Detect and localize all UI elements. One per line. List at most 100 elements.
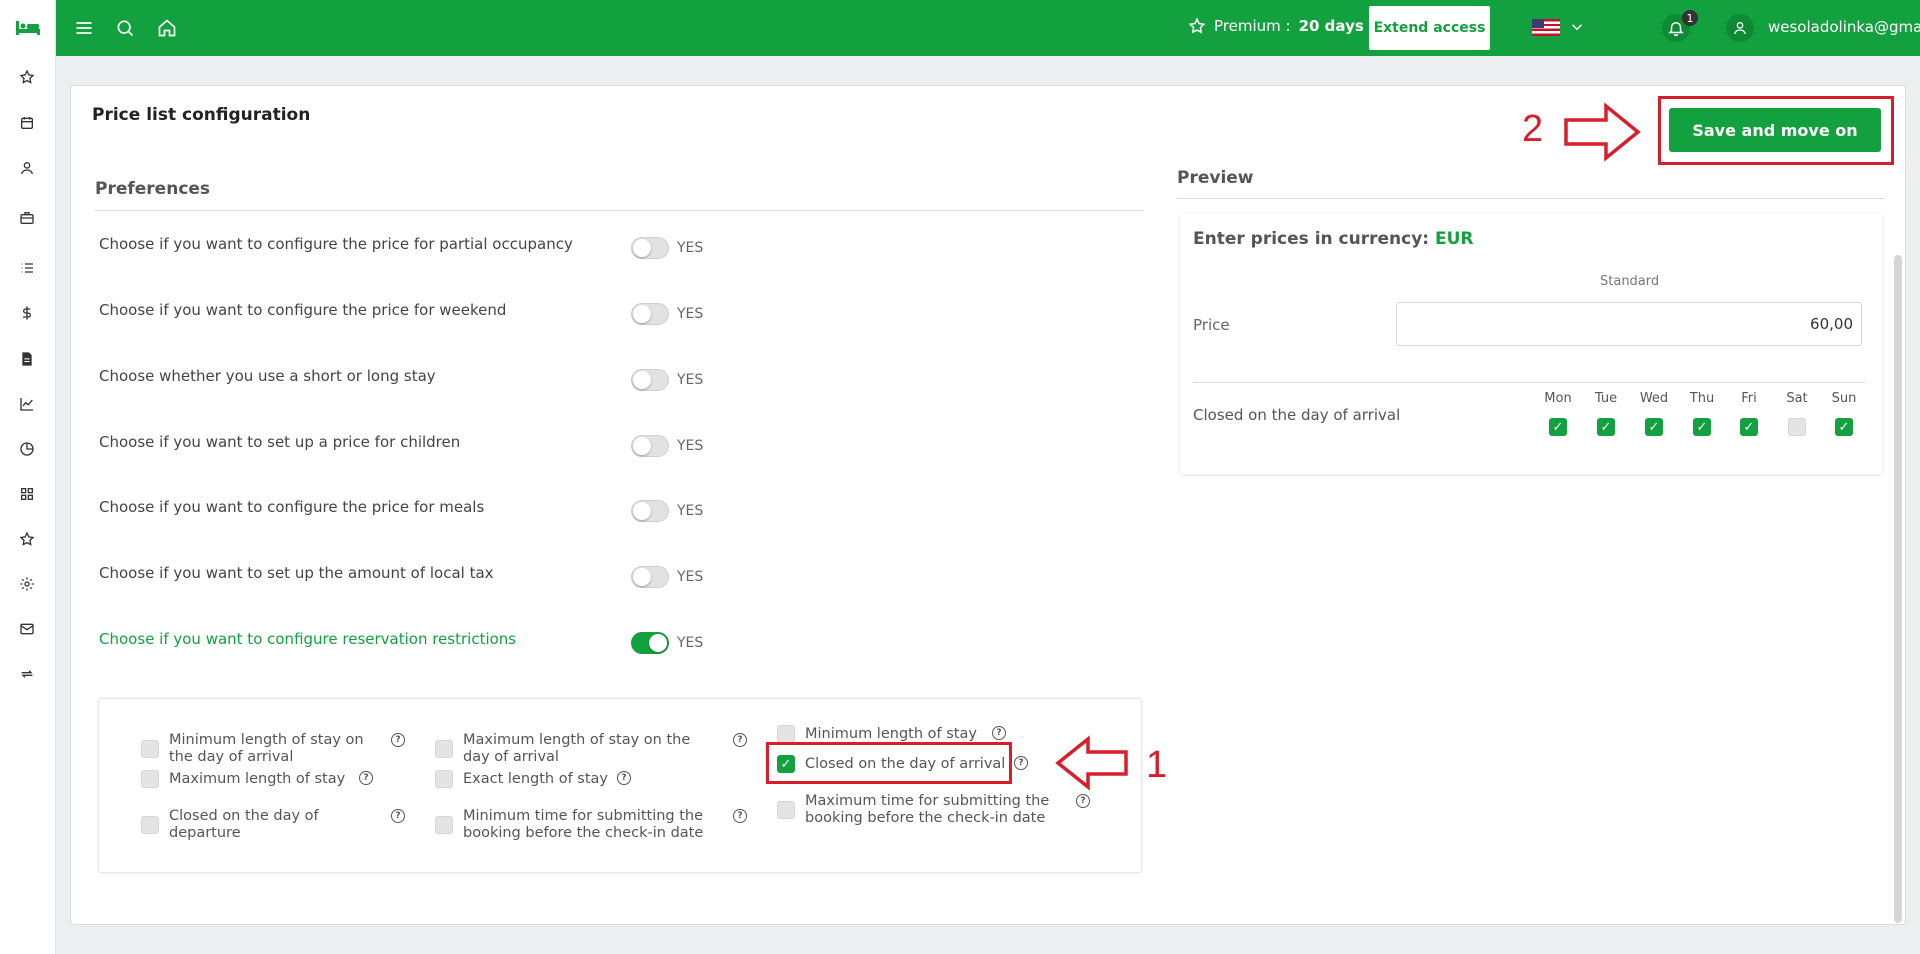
notification-badge: 1 (1682, 10, 1698, 26)
currency-line: Enter prices in currency: EUR (1193, 229, 1474, 249)
restriction-closed-departure[interactable]: Closed on the day of departure (141, 808, 411, 842)
currency-code: EUR (1435, 229, 1474, 249)
pref-restrictions-label: Choose if you want to configure reservat… (99, 630, 517, 648)
sync-icon[interactable] (16, 663, 38, 685)
sidebar (0, 0, 56, 954)
pref-stay-length-toggle[interactable] (631, 369, 669, 391)
star-icon[interactable] (16, 66, 38, 88)
day-checkbox-mon[interactable]: ✓ (1549, 418, 1567, 436)
checkbox[interactable] (777, 725, 795, 743)
preview-divider (1193, 382, 1865, 383)
restriction-min-stay[interactable]: Minimum length of stay (777, 725, 977, 743)
pref-restrictions-toggle[interactable] (631, 632, 669, 654)
premium-status: Premium : 20 days (1188, 17, 1364, 35)
day-checkbox-sun[interactable]: ✓ (1835, 418, 1853, 436)
preferences-divider (95, 210, 1144, 211)
star-outline-icon[interactable] (16, 528, 38, 550)
user-icon[interactable] (16, 157, 38, 179)
pref-weekend-toggle[interactable] (631, 303, 669, 325)
currency-prefix: Enter prices in currency: (1193, 229, 1430, 249)
checkbox[interactable] (141, 740, 159, 758)
pref-partial-occupancy-toggle[interactable] (631, 237, 669, 259)
menu-icon[interactable] (72, 16, 96, 40)
save-and-move-on-button[interactable]: Save and move on (1669, 108, 1881, 152)
premium-label: Premium : (1214, 17, 1291, 35)
gear-icon[interactable] (16, 573, 38, 595)
day-label-thu: Thu (1689, 391, 1715, 406)
closed-arrival-label: Closed on the day of arrival (1193, 406, 1401, 424)
day-label-wed: Wed (1639, 391, 1669, 406)
preview-divider-top (1177, 198, 1885, 199)
search-icon[interactable] (113, 16, 137, 40)
help-icon[interactable]: ? (391, 733, 405, 747)
help-icon[interactable]: ? (1076, 794, 1090, 808)
pref-local-tax-toggle[interactable] (631, 566, 669, 588)
premium-days: 20 days (1298, 17, 1364, 35)
restriction-exact-stay[interactable]: Exact length of stay (435, 770, 608, 788)
preview-title: Preview (1177, 168, 1254, 188)
invoice-icon[interactable] (16, 348, 38, 370)
dollar-icon[interactable] (16, 302, 38, 324)
restriction-min-stay-arrival[interactable]: Minimum length of stay on the day of arr… (141, 732, 411, 766)
restriction-max-stay[interactable]: Maximum length of stay (141, 770, 345, 788)
user-avatar-icon[interactable] (1726, 14, 1754, 42)
annotation-arrow-left-icon (1055, 735, 1128, 791)
help-icon[interactable]: ? (617, 771, 631, 785)
day-label-sat: Sat (1786, 391, 1808, 406)
annotation-arrow-right-icon (1564, 102, 1641, 162)
checkbox[interactable] (435, 816, 453, 834)
hotel-bed-logo-icon[interactable] (0, 0, 56, 56)
preferences-title: Preferences (95, 179, 211, 199)
pref-meals-toggle[interactable] (631, 500, 669, 522)
help-icon[interactable]: ? (359, 771, 373, 785)
help-icon[interactable]: ? (1014, 756, 1028, 770)
grid-icon[interactable] (16, 483, 38, 505)
restriction-min-time-booking[interactable]: Minimum time for submitting the booking … (435, 808, 735, 842)
annotation-step-2: 2 (1522, 108, 1544, 150)
restriction-max-time-booking[interactable]: Maximum time for submitting the booking … (777, 793, 1067, 827)
help-icon[interactable]: ? (733, 809, 747, 823)
checkbox[interactable] (777, 801, 795, 819)
day-checkbox-wed[interactable]: ✓ (1645, 418, 1663, 436)
user-email[interactable]: wesoladolinka@gmail.com (1768, 18, 1920, 36)
checkbox[interactable] (435, 770, 453, 788)
toggle-yes-label: YES (677, 569, 704, 585)
checkbox[interactable] (141, 816, 159, 834)
calendar-icon[interactable] (16, 112, 38, 134)
chart-line-icon[interactable] (16, 393, 38, 415)
list-icon[interactable] (16, 257, 38, 279)
checkbox[interactable] (141, 770, 159, 788)
help-icon[interactable]: ? (391, 809, 405, 823)
us-flag-icon[interactable] (1532, 19, 1560, 36)
pref-weekend-label: Choose if you want to configure the pric… (99, 301, 507, 319)
pie-chart-icon[interactable] (16, 438, 38, 460)
help-icon[interactable]: ? (992, 726, 1006, 740)
day-checkbox-sat[interactable] (1788, 418, 1806, 436)
price-input[interactable] (1396, 302, 1862, 346)
toggle-yes-label: YES (677, 635, 704, 651)
pref-children-label: Choose if you want to set up a price for… (99, 433, 461, 451)
checkbox[interactable] (435, 740, 453, 758)
toggle-yes-label: YES (677, 240, 704, 256)
standard-column-header: Standard (1600, 274, 1660, 289)
mail-icon[interactable] (16, 618, 38, 640)
extend-access-button[interactable]: Extend access (1369, 6, 1490, 50)
annotation-highlight-closed-arrival (766, 742, 1012, 784)
star-icon (1188, 17, 1206, 34)
day-checkbox-fri[interactable]: ✓ (1740, 418, 1758, 436)
day-checkbox-tue[interactable]: ✓ (1597, 418, 1615, 436)
pref-stay-length-label: Choose whether you use a short or long s… (99, 367, 436, 385)
page-title: Price list configuration (92, 105, 311, 125)
briefcase-icon[interactable] (16, 207, 38, 229)
day-checkbox-thu[interactable]: ✓ (1693, 418, 1711, 436)
day-label-sun: Sun (1831, 391, 1857, 406)
chevron-down-icon[interactable] (1568, 18, 1586, 36)
pref-children-toggle[interactable] (631, 435, 669, 457)
restriction-max-stay-arrival[interactable]: Maximum length of stay on the day of arr… (435, 732, 735, 766)
help-icon[interactable]: ? (733, 733, 747, 747)
day-label-fri: Fri (1741, 391, 1757, 406)
notifications-button[interactable]: 1 (1662, 10, 1698, 42)
toggle-yes-label: YES (677, 438, 704, 454)
scrollbar[interactable] (1894, 255, 1902, 923)
home-icon[interactable] (155, 16, 179, 40)
